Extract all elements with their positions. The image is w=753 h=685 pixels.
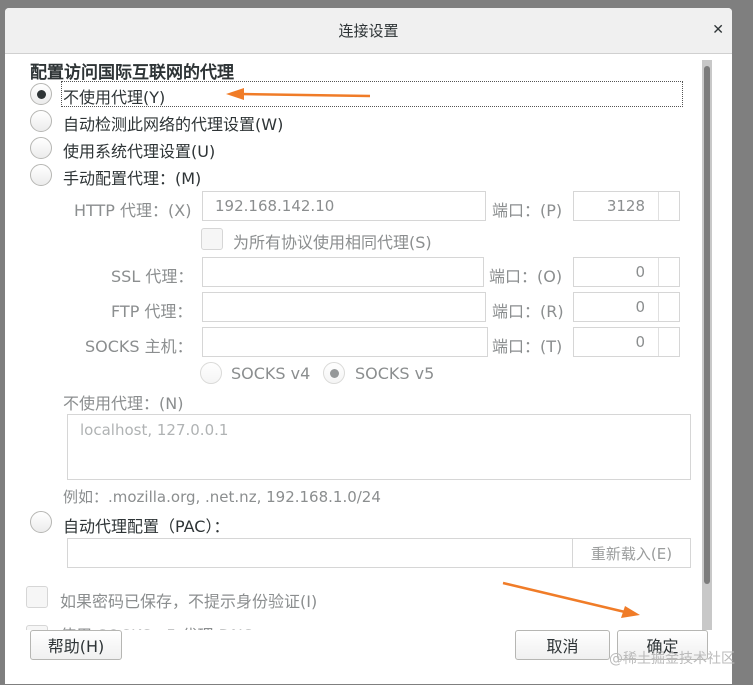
- watermark: @稀土掘金技术社区: [609, 651, 735, 667]
- arrow-to-no-proxy: [239, 92, 371, 98]
- annotation-arrows: [226, 88, 640, 618]
- arrow-to-ok: [502, 581, 626, 614]
